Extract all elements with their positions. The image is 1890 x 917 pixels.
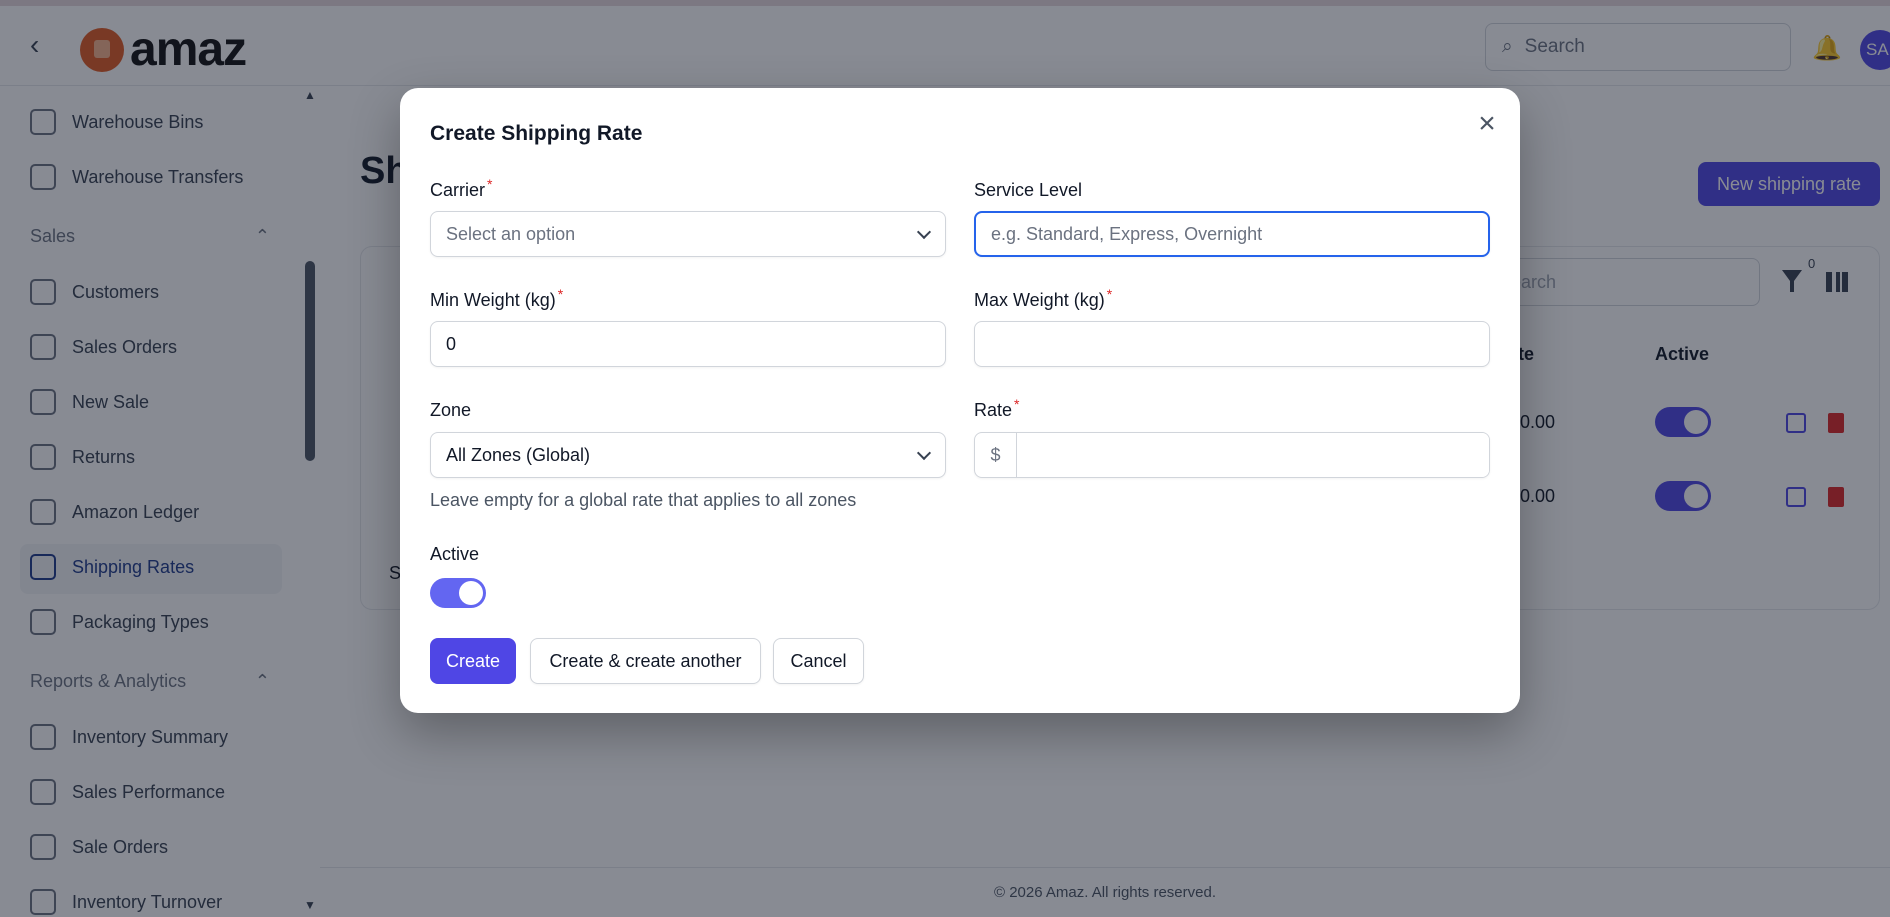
create-and-create-another-button[interactable]: Create & create another: [530, 638, 761, 684]
max-weight-label: Max Weight (kg) *: [974, 286, 1113, 310]
service-level-input[interactable]: [974, 211, 1490, 257]
rate-field: $: [974, 432, 1490, 478]
zone-label: Zone: [430, 400, 472, 420]
close-icon[interactable]: ×: [1472, 109, 1502, 140]
toggle-knob: [459, 581, 483, 605]
modal-title: Create Shipping Rate: [430, 122, 643, 145]
max-weight-input[interactable]: [974, 321, 1490, 367]
carrier-select[interactable]: Select an option: [430, 211, 946, 257]
chevron-down-icon: [916, 445, 932, 460]
zone-select-value: All Zones (Global): [446, 444, 591, 465]
min-weight-input[interactable]: [430, 321, 946, 367]
active-label: Active: [430, 544, 480, 564]
service-level-label: Service Level: [974, 180, 1083, 200]
carrier-select-placeholder: Select an option: [446, 223, 576, 244]
create-button[interactable]: Create: [430, 638, 516, 684]
zone-select[interactable]: All Zones (Global): [430, 432, 946, 478]
zone-helper-text: Leave empty for a global rate that appli…: [430, 490, 857, 510]
active-toggle[interactable]: [430, 578, 486, 608]
create-shipping-rate-modal: Create Shipping Rate × Carrier * Select a…: [400, 88, 1520, 713]
chevron-down-icon: [916, 224, 932, 239]
carrier-label: Carrier *: [430, 176, 493, 200]
rate-input[interactable]: [1017, 433, 1489, 477]
min-weight-label: Min Weight (kg) *: [430, 286, 564, 310]
rate-label: Rate *: [974, 396, 1020, 420]
cancel-button[interactable]: Cancel: [773, 638, 864, 684]
currency-prefix: $: [975, 433, 1017, 477]
